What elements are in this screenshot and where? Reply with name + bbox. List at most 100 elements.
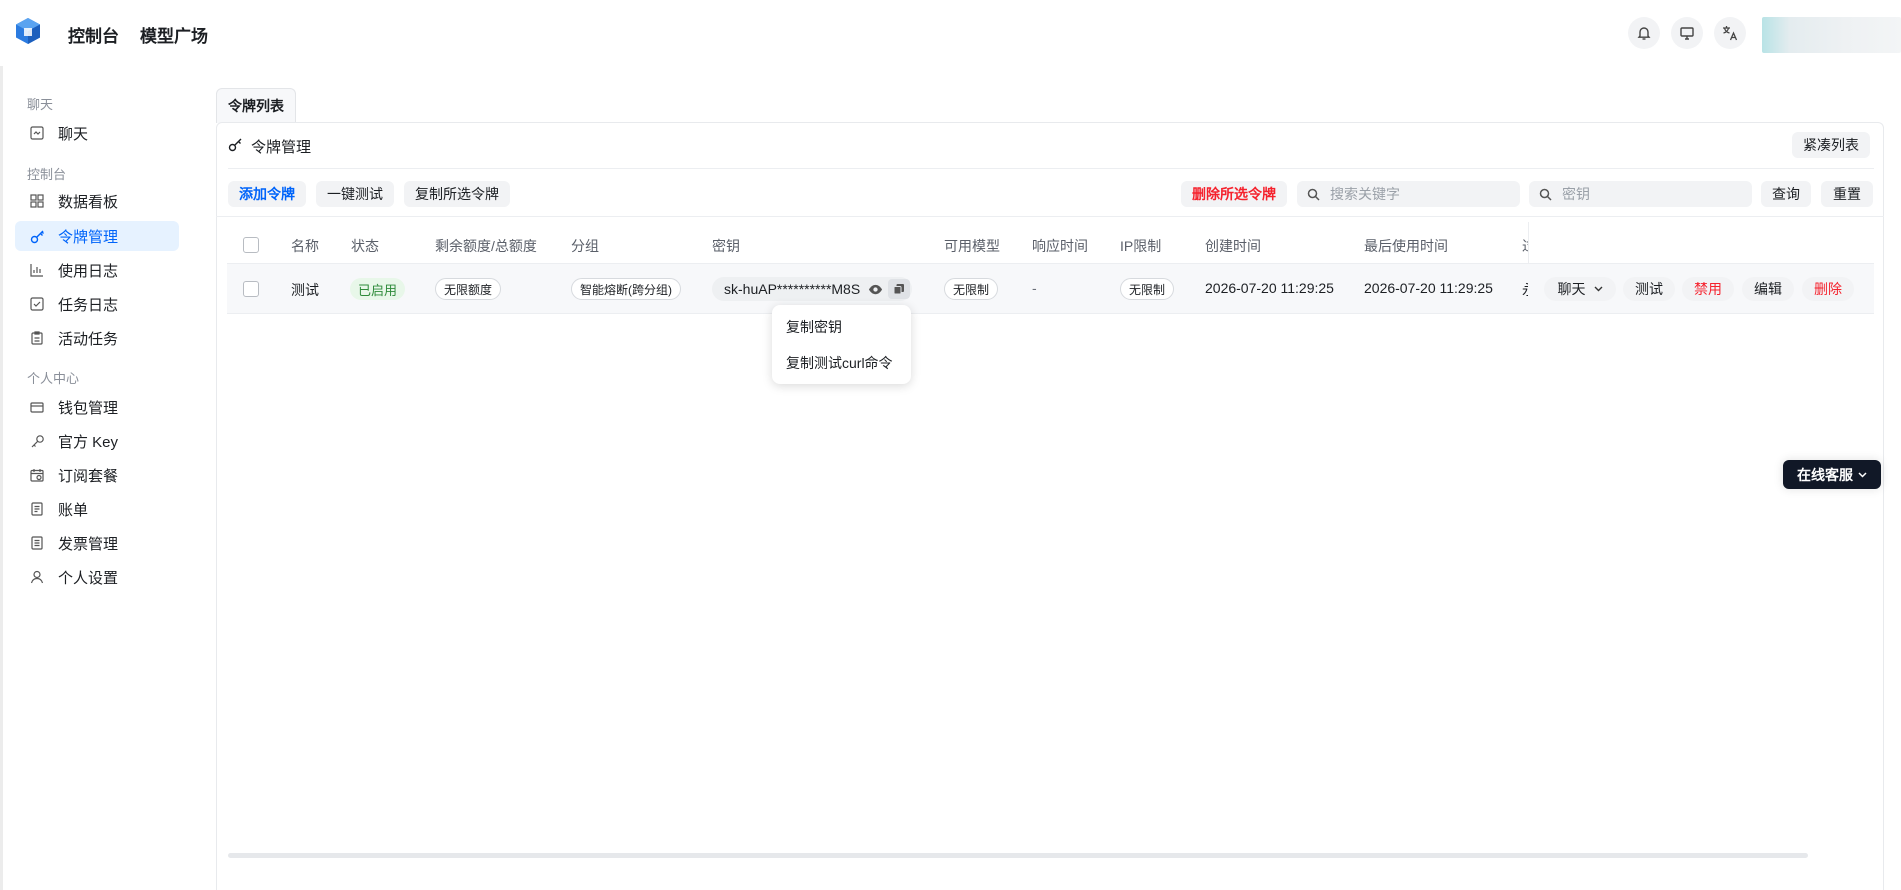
eye-icon[interactable] (868, 282, 883, 297)
sidebar-item-label: 个人设置 (58, 569, 119, 587)
column-header-quota: 剩余额度/总额度 (435, 238, 537, 254)
sidebar-item-usage-log[interactable]: 使用日志 (15, 255, 179, 285)
sidebar-item-label: 任务日志 (58, 296, 119, 314)
query-button[interactable]: 查询 (1761, 181, 1811, 207)
models-tag: 无限制 (944, 278, 998, 300)
bill-icon (29, 501, 45, 517)
group-tag: 智能熔断(跨分组) (571, 278, 681, 300)
bell-icon (1637, 27, 1651, 40)
user-icon (29, 569, 45, 585)
online-support-label: 在线客服 (1797, 466, 1853, 483)
key-alt-icon (29, 433, 45, 449)
sidebar-item-label: 官方 Key (58, 433, 119, 451)
search-icon (1539, 188, 1552, 201)
sidebar-item-invoice[interactable]: 发票管理 (15, 528, 179, 558)
key-icon (228, 138, 242, 152)
task-icon (29, 296, 45, 312)
reset-button[interactable]: 重置 (1821, 181, 1873, 207)
compact-list-button[interactable]: 紧凑列表 (1792, 132, 1870, 158)
logo-icon[interactable] (14, 17, 42, 45)
top-bar: 控制台 模型广场 (0, 0, 1901, 66)
divider (216, 216, 1884, 217)
online-support-button[interactable]: 在线客服 (1783, 460, 1881, 489)
invoice-icon (29, 535, 45, 551)
nav-model-plaza[interactable]: 模型广场 (140, 22, 208, 47)
sidebar-item-subscription[interactable]: 订阅套餐 (15, 460, 179, 490)
delete-selected-button[interactable]: 删除所选令牌 (1181, 181, 1287, 207)
menu-item-copy-key[interactable]: 复制密钥 (786, 317, 842, 337)
key-field: sk-huAP**********M8S (712, 277, 912, 301)
sidebar-item-official-key[interactable]: 官方 Key (15, 426, 179, 456)
sidebar-item-label: 活动任务 (58, 330, 119, 348)
response-time: - (1032, 280, 1037, 296)
select-all-checkbox[interactable] (243, 237, 259, 253)
disable-button[interactable]: 禁用 (1682, 277, 1734, 301)
column-header-key: 密钥 (712, 238, 740, 254)
quota-tag: 无限额度 (435, 278, 501, 300)
display-button[interactable] (1671, 17, 1703, 49)
chat-dropdown-button[interactable]: 聊天 (1544, 277, 1616, 301)
add-token-button[interactable]: 添加令牌 (228, 181, 306, 207)
key-value: sk-huAP**********M8S (724, 281, 861, 297)
wallet-icon (29, 399, 45, 415)
sidebar-item-label: 使用日志 (58, 262, 119, 280)
sidebar-item-label: 账单 (58, 501, 89, 519)
expire-time: 永 (1522, 280, 1528, 300)
clipboard-icon (29, 330, 45, 346)
column-header-models: 可用模型 (944, 238, 1000, 254)
dashboard-icon (29, 193, 45, 209)
sidebar-item-label: 令牌管理 (58, 228, 119, 246)
chevron-down-icon (1594, 286, 1602, 292)
nav-console[interactable]: 控制台 (68, 22, 119, 47)
horizontal-scrollbar[interactable] (228, 853, 1808, 858)
sidebar-item-label: 发票管理 (58, 535, 119, 553)
user-avatar[interactable] (1762, 17, 1901, 53)
search-icon (1307, 188, 1320, 201)
translate-icon (1723, 26, 1738, 41)
created-time: 2026-07-20 11:29:25 (1205, 280, 1334, 296)
status-badge: 已启用 (350, 278, 406, 300)
copy-icon (893, 284, 904, 295)
sidebar-item-bill[interactable]: 账单 (15, 494, 179, 524)
column-header-created: 创建时间 (1205, 238, 1261, 254)
last-used-time: 2026-07-20 11:29:25 (1364, 280, 1493, 296)
column-header-group: 分组 (571, 238, 599, 254)
sidebar-item-chat[interactable]: 聊天 (15, 118, 179, 148)
key-icon (29, 228, 45, 244)
sidebar-item-wallet[interactable]: 钱包管理 (15, 392, 179, 422)
row-checkbox[interactable] (243, 281, 259, 297)
tab-token-list[interactable]: 令牌列表 (216, 88, 296, 123)
column-header-response-time: 响应时间 (1032, 238, 1088, 254)
key-search-input[interactable]: 密钥 (1529, 181, 1752, 207)
chat-icon (29, 125, 45, 141)
chart-icon (29, 262, 45, 278)
chat-button-label: 聊天 (1557, 281, 1586, 297)
copy-key-button[interactable] (888, 279, 910, 299)
delete-button[interactable]: 删除 (1802, 277, 1854, 301)
key-placeholder: 密钥 (1562, 186, 1590, 202)
divider (228, 168, 1874, 169)
sidebar-section-chat: 聊天 (27, 97, 54, 112)
notification-button[interactable] (1628, 17, 1660, 49)
column-header-name: 名称 (291, 238, 319, 254)
edit-button[interactable]: 编辑 (1742, 277, 1794, 301)
column-header-ip-limit: IP限制 (1120, 238, 1162, 254)
sidebar-item-task-log[interactable]: 任务日志 (15, 289, 179, 319)
test-button[interactable]: 测试 (1623, 277, 1675, 301)
sidebar-item-personal-settings[interactable]: 个人设置 (15, 562, 179, 592)
test-all-button[interactable]: 一键测试 (316, 181, 394, 207)
sidebar-item-dashboard[interactable]: 数据看板 (15, 186, 179, 216)
copy-dropdown-menu: 复制密钥 复制测试curl命令 (772, 305, 911, 384)
sidebar-section-personal: 个人中心 (27, 371, 80, 386)
ip-limit-tag: 无限制 (1120, 278, 1174, 300)
column-header-status: 状态 (351, 238, 379, 254)
search-input[interactable]: 搜索关键字 (1297, 181, 1520, 207)
row-name: 测试 (291, 282, 319, 298)
sidebar-item-active-tasks[interactable]: 活动任务 (15, 323, 179, 353)
menu-item-copy-curl[interactable]: 复制测试curl命令 (786, 353, 893, 373)
language-button[interactable] (1714, 17, 1746, 49)
sidebar-item-token-management[interactable]: 令牌管理 (15, 221, 179, 251)
sidebar: 聊天 聊天 控制台 数据看板 令牌管理 使用日志 任务日志 活动任务 个人中心 … (0, 66, 190, 890)
search-placeholder: 搜索关键字 (1330, 186, 1400, 202)
copy-selected-button[interactable]: 复制所选令牌 (404, 181, 510, 207)
